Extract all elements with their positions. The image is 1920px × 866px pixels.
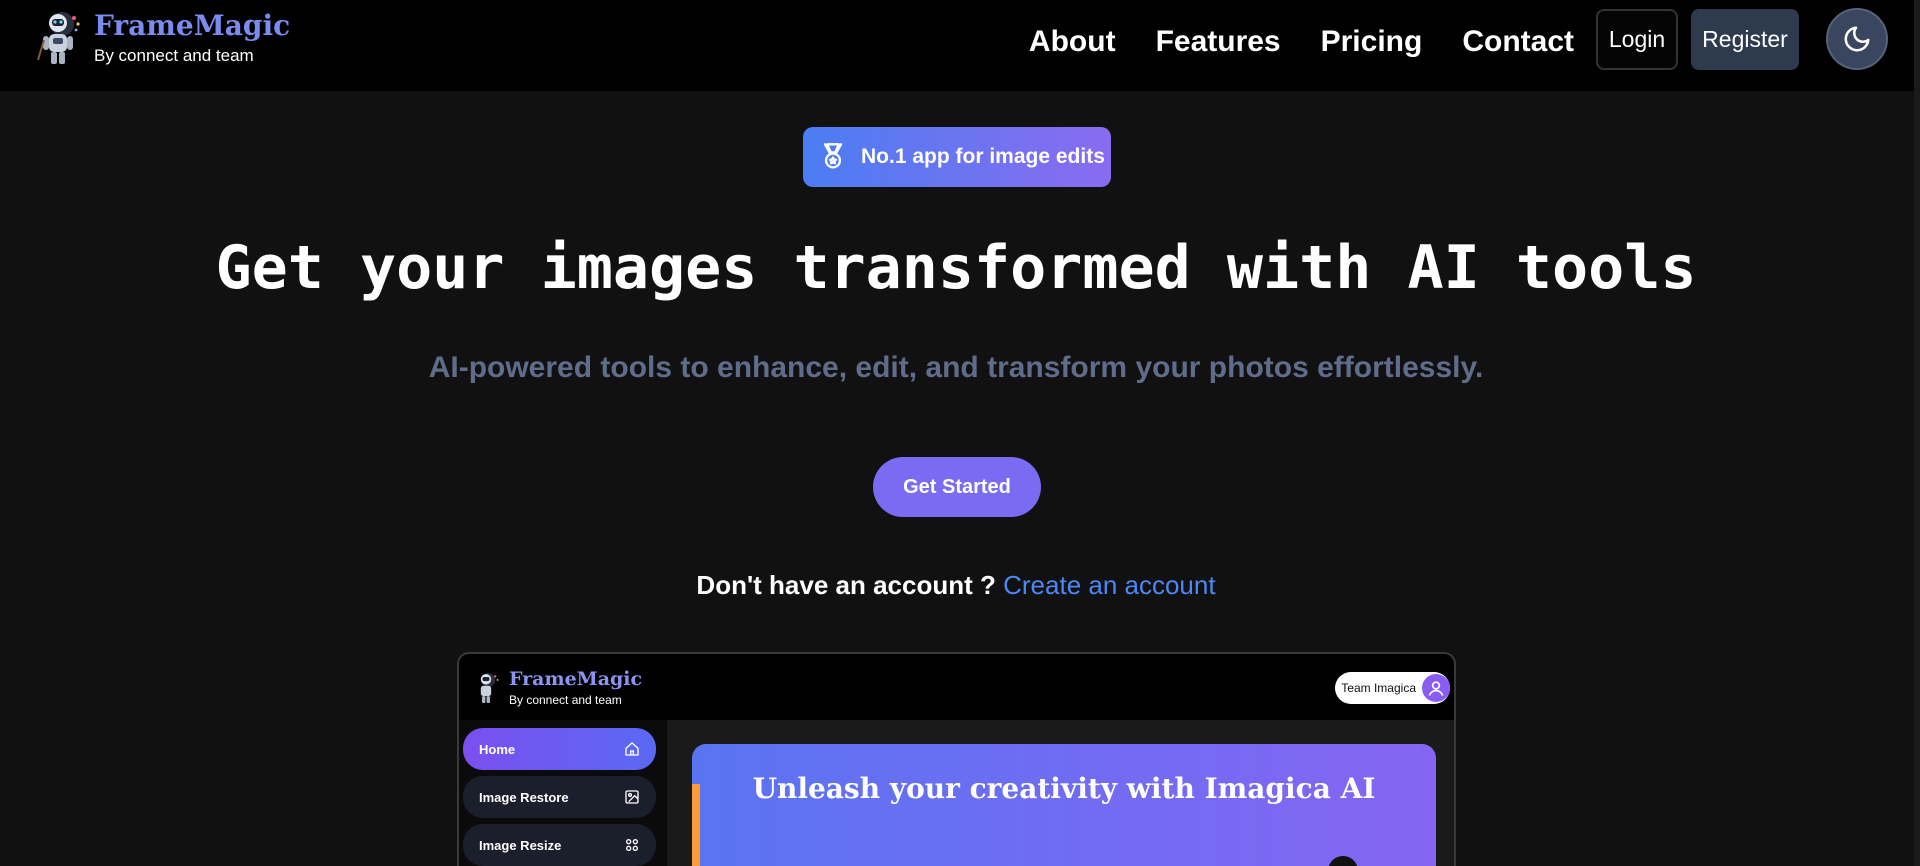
page-scrollbar[interactable]: [1914, 0, 1920, 866]
preview-sidebar: Home Image Restore Image Resize: [459, 720, 667, 866]
preview-sidebar-item-image-restore: Image Restore: [463, 776, 656, 818]
create-account-link[interactable]: Create an account: [1003, 570, 1215, 600]
signup-question: Don't have an account ?: [696, 570, 996, 600]
brand-subtitle: By connect and team: [94, 46, 254, 65]
preview-sidebar-item-label: Home: [479, 741, 516, 757]
nav-link-about[interactable]: About: [1029, 22, 1116, 62]
nav-link-features[interactable]: Features: [1156, 22, 1281, 62]
preview-sidebar-item-home: Home: [463, 728, 656, 770]
preview-banner: Unleash your creativity with Imagica AI: [692, 744, 1436, 866]
brand[interactable]: FrameMagic By connect and team: [32, 10, 290, 66]
preview-team-label: Team Imagica: [1341, 681, 1416, 695]
preview-sidebar-item-image-resize: Image Resize: [463, 824, 656, 866]
preview-brand: FrameMagic By connect and team: [471, 668, 642, 707]
nav-link-contact[interactable]: Contact: [1462, 22, 1574, 62]
login-button[interactable]: Login: [1596, 9, 1678, 70]
user-avatar-icon: [1422, 674, 1450, 702]
preview-brand-subtitle: By connect and team: [509, 693, 622, 707]
landing-page: FrameMagic By connect and team About Fea…: [0, 0, 1920, 866]
signup-prompt: Don't have an account ? Create an accoun…: [0, 567, 1912, 603]
preview-sidebar-item-label: Image Restore: [479, 789, 569, 805]
preview-sidebar-item-label: Image Resize: [479, 837, 562, 853]
badge-text: No.1 app for image edits: [861, 145, 1105, 168]
nav-link-pricing[interactable]: Pricing: [1321, 22, 1423, 62]
magic-wand-icon: [1328, 856, 1358, 866]
top-navbar: FrameMagic By connect and team About Fea…: [0, 0, 1920, 91]
image-restore-icon: [625, 790, 639, 804]
preview-team-chip: Team Imagica: [1335, 672, 1450, 704]
register-button[interactable]: Register: [1691, 9, 1799, 70]
brand-title: FrameMagic: [94, 9, 291, 42]
preview-banner-title: Unleash your creativity with Imagica AI: [752, 772, 1376, 805]
robot-logo-icon: [480, 672, 499, 703]
hero-subtitle: AI-powered tools to enhance, edit, and t…: [428, 351, 1484, 384]
moon-icon: [1844, 26, 1870, 52]
medal-icon: [823, 143, 843, 169]
nav-links: About Features Pricing Contact: [1029, 22, 1574, 62]
app-preview: FrameMagic By connect and team Team Imag…: [457, 652, 1456, 866]
hero-title: Get your images transformed with AI tool…: [215, 233, 1697, 303]
get-started-button[interactable]: Get Started: [873, 457, 1041, 517]
robot-logo-icon: [37, 12, 80, 64]
preview-brand-title: FrameMagic: [509, 668, 643, 690]
resize-icon: [626, 839, 638, 851]
theme-toggle-button[interactable]: [1826, 8, 1888, 70]
home-icon: [625, 742, 639, 756]
hero-badge: No.1 app for image edits: [803, 127, 1111, 187]
preview-main: Unleash your creativity with Imagica AI: [667, 720, 1454, 866]
